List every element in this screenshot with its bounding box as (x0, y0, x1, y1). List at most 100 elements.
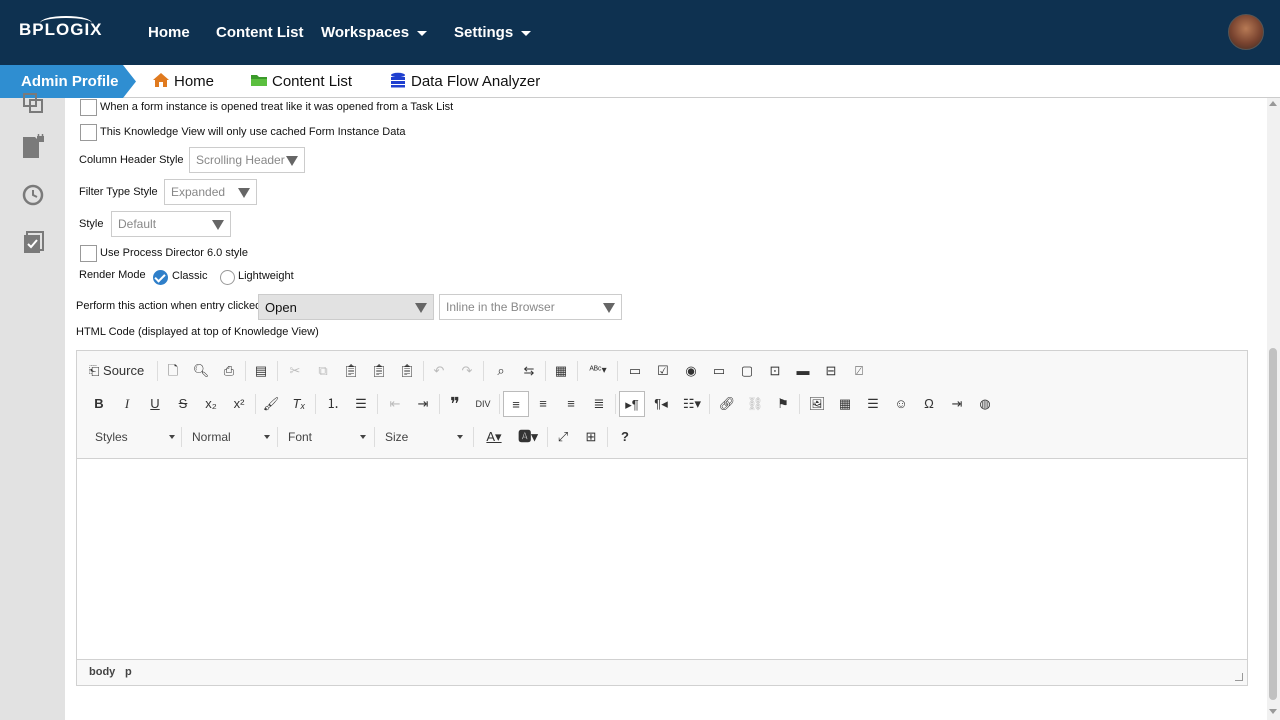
bold-icon[interactable]: B (89, 393, 109, 415)
locked-document-icon[interactable] (20, 134, 46, 160)
show-blocks-icon[interactable]: ⊞ (581, 426, 601, 448)
nav-workspaces[interactable]: Workspaces (321, 24, 428, 41)
preview-icon[interactable]: 🔍︎ (191, 360, 211, 382)
select-all-icon[interactable]: ▦ (551, 360, 571, 382)
checkbox-pd6-style[interactable] (80, 245, 97, 262)
superscript-icon[interactable]: x² (229, 393, 249, 415)
filter-type-style-label: Filter Type Style (79, 186, 158, 198)
user-avatar[interactable] (1228, 14, 1264, 50)
radio-icon[interactable]: ◉ (681, 360, 701, 382)
scroll-up-icon[interactable] (1269, 101, 1277, 106)
radio-lightweight[interactable] (220, 270, 235, 285)
align-center-icon[interactable]: ≡ (533, 393, 553, 415)
size-combo[interactable]: Size (379, 426, 467, 448)
button-field-icon[interactable]: ▬ (793, 360, 813, 382)
link-icon[interactable]: 🔗︎ (717, 393, 737, 415)
select-field-icon[interactable]: ⊡ (765, 360, 785, 382)
italic-icon[interactable]: I (117, 393, 137, 415)
copy-icon[interactable]: ⧉ (313, 360, 333, 382)
checkbox-cached-data[interactable] (80, 124, 97, 141)
subscript-icon[interactable]: x₂ (201, 393, 221, 415)
find-icon[interactable]: ⌕ (491, 360, 511, 382)
radio-lightweight-label: Lightweight (238, 270, 294, 282)
justify-icon[interactable]: ≣ (589, 393, 609, 415)
horizontal-line-icon[interactable]: ☰ (863, 393, 883, 415)
text-color-icon[interactable]: A▾ (481, 426, 507, 448)
print-icon[interactable]: ⎙ (219, 360, 239, 382)
background-color-icon[interactable]: 🅰︎▾ (515, 426, 541, 448)
paste-word-icon[interactable]: 📋︎ (397, 360, 417, 382)
filter-type-style-select[interactable]: Expanded (164, 179, 257, 205)
image-button-icon[interactable]: ⊟ (821, 360, 841, 382)
textfield-icon[interactable]: ▭ (709, 360, 729, 382)
radio-classic[interactable] (153, 270, 168, 285)
editor-content-area[interactable] (77, 459, 1247, 659)
column-header-style-select[interactable]: Scrolling Header (189, 147, 305, 173)
templates-icon[interactable]: ▤ (251, 360, 271, 382)
checklist-icon[interactable] (20, 230, 46, 256)
copy-icon[interactable] (20, 90, 46, 116)
tab-content-list[interactable]: Content List (250, 72, 352, 90)
toolbar-separator (255, 394, 256, 414)
nav-content-list[interactable]: Content List (216, 24, 304, 41)
language-icon[interactable]: ☷▾ (679, 393, 705, 415)
image-icon[interactable]: 🖼︎ (807, 393, 827, 415)
checkbox-icon[interactable]: ☑ (653, 360, 673, 382)
column-header-style-value: Scrolling Header (196, 153, 285, 167)
help-icon[interactable]: ? (615, 426, 635, 448)
hidden-field-icon[interactable]: ⍁ (849, 360, 869, 382)
redo-icon[interactable]: ↷ (457, 360, 477, 382)
path-body[interactable]: body (89, 666, 115, 678)
special-char-omega-icon[interactable]: Ω (919, 393, 939, 415)
refresh-icon[interactable] (20, 182, 46, 208)
replace-icon[interactable]: ⇆ (519, 360, 539, 382)
styles-combo[interactable]: Styles (89, 426, 179, 448)
rtl-direction-icon[interactable]: ¶◂ (651, 393, 671, 415)
smiley-icon[interactable]: ☺ (891, 393, 911, 415)
scrollbar-thumb[interactable] (1269, 348, 1277, 700)
undo-icon[interactable]: ↶ (429, 360, 449, 382)
cut-icon[interactable]: ✂ (285, 360, 305, 382)
nav-home[interactable]: Home (148, 24, 190, 41)
table-icon[interactable]: ▦ (835, 393, 855, 415)
indent-icon[interactable]: ⇥ (413, 393, 433, 415)
copy-format-icon[interactable]: 🖌︎ (261, 393, 281, 415)
tab-home[interactable]: Home (152, 72, 214, 90)
format-combo[interactable]: Normal (186, 426, 274, 448)
paste-text-icon[interactable]: 📋︎ (369, 360, 389, 382)
path-p[interactable]: p (125, 666, 132, 678)
scroll-down-icon[interactable] (1269, 709, 1277, 714)
paste-icon[interactable]: 📋︎ (341, 360, 361, 382)
source-button[interactable]: ⎗ Source (89, 360, 151, 382)
div-container-icon[interactable]: DIV (473, 393, 493, 415)
align-left-icon[interactable]: ≡ (503, 391, 529, 417)
style-select[interactable]: Default (111, 211, 231, 237)
action-target-select[interactable]: Inline in the Browser (439, 294, 622, 320)
maximize-icon[interactable]: ⤢ (553, 426, 573, 448)
outdent-icon[interactable]: ⇤ (385, 393, 405, 415)
textarea-icon[interactable]: ▢ (737, 360, 757, 382)
numbered-list-icon[interactable]: ⒈ (323, 393, 343, 415)
anchor-flag-icon[interactable]: ⚑ (773, 393, 793, 415)
page-scrollbar[interactable] (1267, 98, 1280, 720)
ltr-direction-icon[interactable]: ▸¶ (619, 391, 645, 417)
unlink-icon[interactable]: ⛓ (745, 393, 765, 415)
bulleted-list-icon[interactable]: ☰ (351, 393, 371, 415)
action-select[interactable]: Open (258, 294, 434, 320)
iframe-globe-icon[interactable]: ◍ (975, 393, 995, 415)
strikethrough-icon[interactable]: S (173, 393, 193, 415)
tab-data-flow-analyzer[interactable]: Data Flow Analyzer (389, 72, 540, 90)
nav-settings[interactable]: Settings (454, 24, 532, 41)
form-icon[interactable]: ▭ (625, 360, 645, 382)
font-combo[interactable]: Font (282, 426, 370, 448)
new-page-icon[interactable]: 🗋 (163, 360, 183, 382)
resize-handle-icon[interactable] (1235, 673, 1243, 681)
blockquote-icon[interactable]: ❞ (445, 393, 465, 415)
spellcheck-icon[interactable]: ᴬᴮᶜ▾ (585, 360, 611, 382)
breadcrumb-tabbar: Admin Profile Home Content List Data Flo… (0, 65, 1280, 98)
remove-format-icon[interactable]: Tₓ (289, 393, 309, 415)
underline-icon[interactable]: U (145, 393, 165, 415)
checkbox-task-list[interactable] (80, 99, 97, 116)
align-right-icon[interactable]: ≡ (561, 393, 581, 415)
page-break-icon[interactable]: ⇥ (947, 393, 967, 415)
